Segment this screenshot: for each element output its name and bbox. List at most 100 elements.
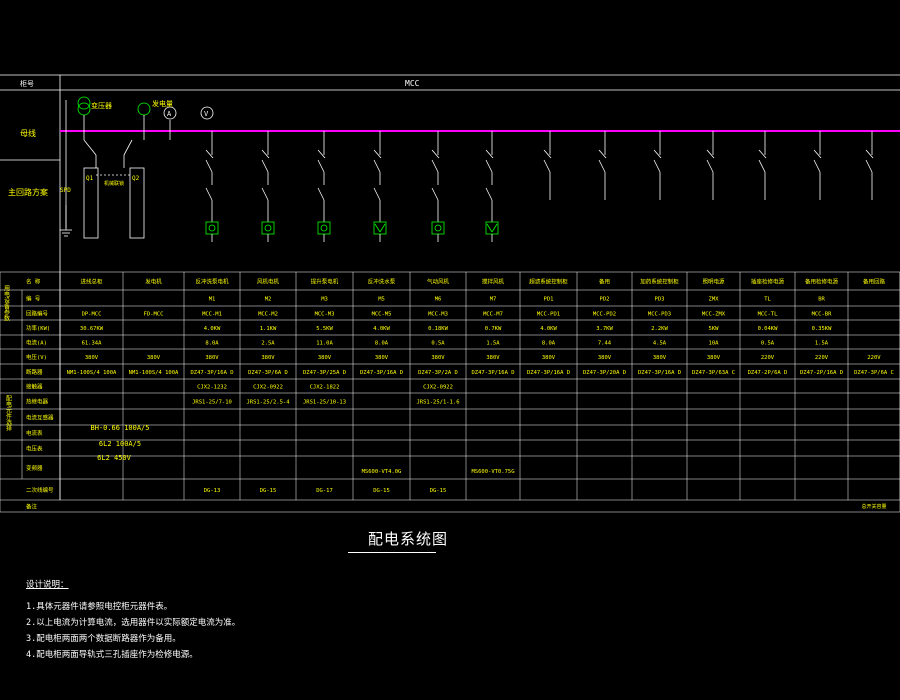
cell-current: 2.5A xyxy=(261,341,275,347)
cell-number: PD3 xyxy=(655,297,665,303)
branch-circuits xyxy=(205,131,874,242)
cell-name: 照明电源 xyxy=(702,278,725,286)
cell-name: 备用 xyxy=(599,278,610,286)
cell-current: 61.34A xyxy=(82,341,103,347)
cell-number: PD1 xyxy=(544,297,554,303)
cell-code: MCC-M7 xyxy=(483,312,503,318)
branch-circuit xyxy=(758,131,767,200)
row-label-ct: 电流互感器 xyxy=(26,414,54,422)
row-label-inverter: 变频器 xyxy=(26,464,43,472)
cell-name: 备用检修电源 xyxy=(805,278,839,286)
branch-circuit xyxy=(431,131,445,242)
row-label-ammeter: 电流表 xyxy=(26,429,43,437)
cell-cable: DG-15 xyxy=(260,488,277,494)
cell-power: 4.0KW xyxy=(540,326,557,332)
row-label-breaker: 断路器 xyxy=(26,368,43,376)
cell-cable: DG-13 xyxy=(204,488,221,494)
cell-current: 7.44 xyxy=(598,341,612,347)
branch-circuit xyxy=(205,131,219,242)
note-item: 3.配电柜两面两个数据断路器作为备用。 xyxy=(26,634,181,644)
cell-breaker: DZ47-2P/6A D xyxy=(748,370,788,376)
cell-voltage: 380V xyxy=(707,355,721,361)
cell-name: 备用回路 xyxy=(863,278,886,286)
main-circuit-label: 主回路方案 xyxy=(8,187,48,197)
note-item: 2.以上电流为计算电流，选用器件以实际额定电流为准。 xyxy=(26,618,241,628)
cell-breaker: DZ47-3P/16A D xyxy=(360,370,403,376)
header-mcc-label: MCC xyxy=(405,79,420,88)
branch-circuit xyxy=(373,131,387,242)
cell-cable: DG-15 xyxy=(373,488,390,494)
cell-code: MCC-M5 xyxy=(372,312,392,318)
inverter-m7: MS600-VT0.75G xyxy=(471,469,514,475)
cell-breaker: DZ47-3P/63A C xyxy=(692,370,735,376)
cell-breaker: DZ47-3P/6A D xyxy=(248,370,288,376)
row-label-number: 编 号 xyxy=(26,295,41,303)
cell-voltage: 220V xyxy=(761,355,775,361)
remark-note: 总开关容量 xyxy=(861,503,886,510)
cell-voltage: 380V xyxy=(486,355,500,361)
row-label-remark: 备注 xyxy=(26,503,38,511)
ammeter-value: 6L2 100A/5 xyxy=(99,440,141,448)
cell-power: 0.35KW xyxy=(812,326,833,332)
left-group-params: 用电设备参数 xyxy=(3,285,10,322)
cell-breaker: DZ47-3P/16A D xyxy=(527,370,570,376)
cell-voltage: 380V xyxy=(261,355,275,361)
ct-value: BH-0.66 100A/5 xyxy=(90,424,149,432)
cell-voltage: 380V xyxy=(85,355,99,361)
cell-breaker: DZ47-3P/16A D xyxy=(190,370,233,376)
cell-name: 反冲洗泵电机 xyxy=(195,278,229,286)
cell-power: 4.0KW xyxy=(373,326,390,332)
cell-voltage: 380V xyxy=(147,355,161,361)
cell-current: 0.5A xyxy=(431,341,445,347)
row-label-voltage: 电压(V) xyxy=(26,353,47,361)
cell-number: ZMX xyxy=(709,297,720,303)
spd-label: SPD xyxy=(60,187,71,194)
q2-label: Q2 xyxy=(132,175,140,182)
a-meter-label: A xyxy=(167,110,172,118)
cell-code: MCC-PD1 xyxy=(537,312,560,318)
cell-name: 进线总柜 xyxy=(80,278,103,286)
cell-number: M5 xyxy=(378,297,385,303)
branch-circuit xyxy=(598,131,607,200)
title-underline xyxy=(348,552,436,553)
cell-name: 加药系统控制柜 xyxy=(640,278,679,286)
row-label-contactor: 接触器 xyxy=(26,383,43,391)
cell-breaker: DZ47-2P/16A D xyxy=(800,370,843,376)
cell-voltage: 380V xyxy=(375,355,389,361)
cell-cable: DG-17 xyxy=(316,488,333,494)
branch-circuit xyxy=(261,131,275,242)
cell-name: 搅拌风机 xyxy=(482,278,505,286)
drawing-title: 配电系统图 xyxy=(368,530,449,548)
cell-code: DP-MCC xyxy=(82,312,102,318)
parameter-table: 名 称编 号回路编号功率(KW) 电流(A) 电压(V) 断路器接触器热继电器电流互感… xyxy=(0,271,900,513)
cell-thermal: JRS1-25/7-10 xyxy=(192,400,232,406)
cell-power: 2.2KW xyxy=(651,326,668,332)
note-item: 4.配电柜两面导轨式三孔插座作为检修电源。 xyxy=(26,650,198,660)
cell-name: 风机电机 xyxy=(257,278,280,286)
cell-code: MCC-ZMX xyxy=(702,312,726,318)
row-label-name: 名 称 xyxy=(26,278,41,286)
meter2-label: 发电量 xyxy=(152,99,173,108)
row-label-cable: 二次线编号 xyxy=(26,486,54,494)
cell-current: 0.5A xyxy=(761,341,775,347)
header-col-label: 柜号 xyxy=(20,79,34,88)
cell-voltage: 380V xyxy=(542,355,556,361)
cell-power: 5.5KW xyxy=(316,326,333,332)
cell-cable: DG-15 xyxy=(430,488,447,494)
cell-power: 1.1KW xyxy=(260,326,277,332)
cell-current: 8.0A xyxy=(542,341,556,347)
voltmeter-value: 6L2 450V xyxy=(97,454,132,462)
cell-code: MCC-TL xyxy=(758,312,779,318)
row-label-current: 电流(A) xyxy=(26,339,47,347)
cell-contactor: CJX2-0922 xyxy=(253,385,283,391)
cell-code: FD-MCC xyxy=(144,312,164,318)
drawing-canvas: 柜号 MCC 母线 主回路方案 变压器 发电量 A V SPD Q1 Q2 机械… xyxy=(0,0,900,700)
cell-breaker: DZ47-3P/20A D xyxy=(583,370,626,376)
cell-breaker: DZ47-3P/6A C xyxy=(854,370,894,376)
branch-circuit xyxy=(317,131,331,242)
cell-power: 5KW xyxy=(709,326,720,332)
row-label-thermal: 热继电器 xyxy=(26,398,49,406)
cell-number: BR xyxy=(818,297,825,303)
q1-label: Q1 xyxy=(86,175,94,182)
cell-power: 0.04KW xyxy=(758,326,779,332)
